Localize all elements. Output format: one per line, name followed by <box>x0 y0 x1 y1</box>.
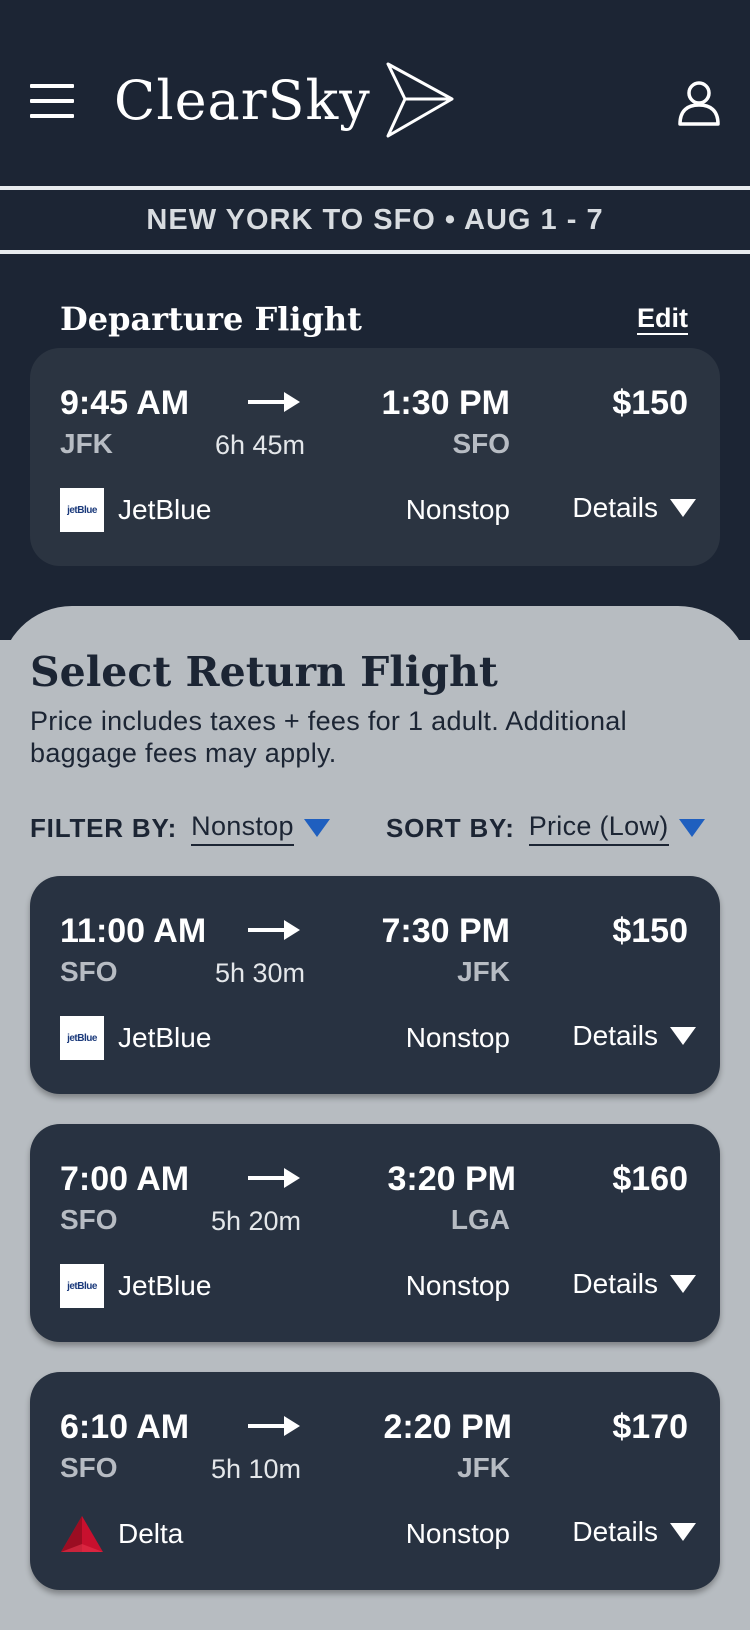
jetblue-logo: jetBlue <box>60 1016 104 1060</box>
flight-stops: Nonstop <box>405 1518 510 1549</box>
arrival-airport-code: LGA <box>450 1204 510 1235</box>
details-toggle[interactable]: Details <box>572 1268 696 1300</box>
jetblue-logo-text: jetBlue <box>67 504 97 516</box>
app-logo[interactable]: ClearSky <box>114 60 455 140</box>
flight-duration: 6h 45m <box>214 430 306 460</box>
jetblue-logo-text: jetBlue <box>67 1280 97 1292</box>
departure-airport-code: SFO <box>60 956 118 987</box>
filter-control[interactable]: FILTER BY: Nonstop <box>30 808 330 848</box>
sort-control[interactable]: SORT BY: Price (Low) <box>386 808 705 848</box>
departure-airport-code: SFO <box>60 1204 118 1235</box>
details-toggle[interactable]: Details <box>572 492 696 524</box>
flight-price: $170 <box>612 1408 688 1446</box>
caret-down-icon <box>670 499 696 517</box>
right-arrow-icon <box>248 1416 300 1436</box>
details-label: Details <box>572 1516 658 1547</box>
flight-price: $160 <box>612 1160 688 1198</box>
details-label: Details <box>572 1020 658 1051</box>
flight-stops: Nonstop <box>405 494 510 525</box>
price-note: Price includes taxes + fees for 1 adult.… <box>30 706 627 768</box>
flight-duration: 5h 10m <box>210 1454 302 1484</box>
arrival-airport-code: SFO <box>452 428 510 459</box>
departure-time: 6:10 AM <box>60 1408 190 1446</box>
details-toggle[interactable]: Details <box>572 1020 696 1052</box>
arrival-time: 2:20 PM <box>383 1408 513 1446</box>
departure-flight-title: Departure Flight <box>60 300 362 338</box>
departure-time: 11:00 AM <box>60 912 207 950</box>
caret-down-icon[interactable] <box>303 819 330 837</box>
route-summary-text: NEW YORK TO SFO • AUG 1 - 7 <box>146 203 604 236</box>
details-label: Details <box>572 492 658 523</box>
details-toggle[interactable]: Details <box>572 1516 696 1548</box>
caret-down-icon <box>670 1027 696 1045</box>
departure-flight-card[interactable]: 9:45 AM 1:30 PM $150 JFK 6h 45m SFO jetB… <box>30 348 720 566</box>
return-flight-card[interactable]: 11:00 AM 7:30 PM $150 SFO 5h 30m JFK jet… <box>30 876 720 1094</box>
arrival-time: 1:30 PM <box>381 384 511 422</box>
departure-airport-code: SFO <box>60 1452 118 1483</box>
return-flight-card[interactable]: 7:00 AM 3:20 PM $160 SFO 5h 20m LGA jetB… <box>30 1124 720 1342</box>
edit-departure-link[interactable]: Edit <box>637 303 688 334</box>
airline-name: JetBlue <box>118 1022 212 1053</box>
right-arrow-icon <box>248 920 300 940</box>
paper-plane-icon <box>386 62 454 138</box>
right-arrow-icon <box>248 392 300 412</box>
flight-stops: Nonstop <box>405 1022 510 1053</box>
airline-name: JetBlue <box>118 1270 212 1301</box>
arrival-airport-code: JFK <box>457 1452 510 1483</box>
flight-price: $150 <box>612 384 688 422</box>
flight-duration: 5h 20m <box>210 1206 302 1236</box>
delta-logo <box>61 1516 103 1552</box>
return-flight-title: Select Return Flight <box>30 648 498 696</box>
hamburger-menu-icon[interactable] <box>30 82 74 120</box>
return-flight-card[interactable]: 6:10 AM 2:20 PM $170 SFO 5h 10m JFK Delt… <box>30 1372 720 1590</box>
flight-duration: 5h 30m <box>214 958 306 988</box>
filter-select[interactable]: Nonstop <box>191 811 294 846</box>
arrival-airport-code: JFK <box>457 956 510 987</box>
jetblue-logo-text: jetBlue <box>67 1032 97 1044</box>
departure-time: 9:45 AM <box>60 384 190 422</box>
jetblue-logo: jetBlue <box>60 488 104 532</box>
sort-label: SORT BY: <box>386 812 515 843</box>
departure-airport-code: JFK <box>60 428 113 459</box>
arrival-time: 7:30 PM <box>381 912 511 950</box>
details-label: Details <box>572 1268 658 1299</box>
user-profile-icon[interactable] <box>678 80 720 126</box>
caret-down-icon[interactable] <box>678 819 705 837</box>
departure-time: 7:00 AM <box>60 1160 190 1198</box>
sort-select[interactable]: Price (Low) <box>528 811 669 846</box>
app-header: ClearSky <box>0 0 750 190</box>
arrival-time: 3:20 PM <box>387 1160 517 1198</box>
airline-name: JetBlue <box>118 494 212 525</box>
route-summary-bar: NEW YORK TO SFO • AUG 1 - 7 <box>0 186 750 254</box>
caret-down-icon <box>670 1523 696 1541</box>
caret-down-icon <box>670 1275 696 1293</box>
jetblue-logo: jetBlue <box>60 1264 104 1308</box>
filter-label: FILTER BY: <box>30 812 178 843</box>
flight-stops: Nonstop <box>405 1270 510 1301</box>
airline-name: Delta <box>118 1518 184 1549</box>
right-arrow-icon <box>248 1168 300 1188</box>
app-logo-text: ClearSky <box>114 68 371 132</box>
flight-price: $150 <box>612 912 688 950</box>
